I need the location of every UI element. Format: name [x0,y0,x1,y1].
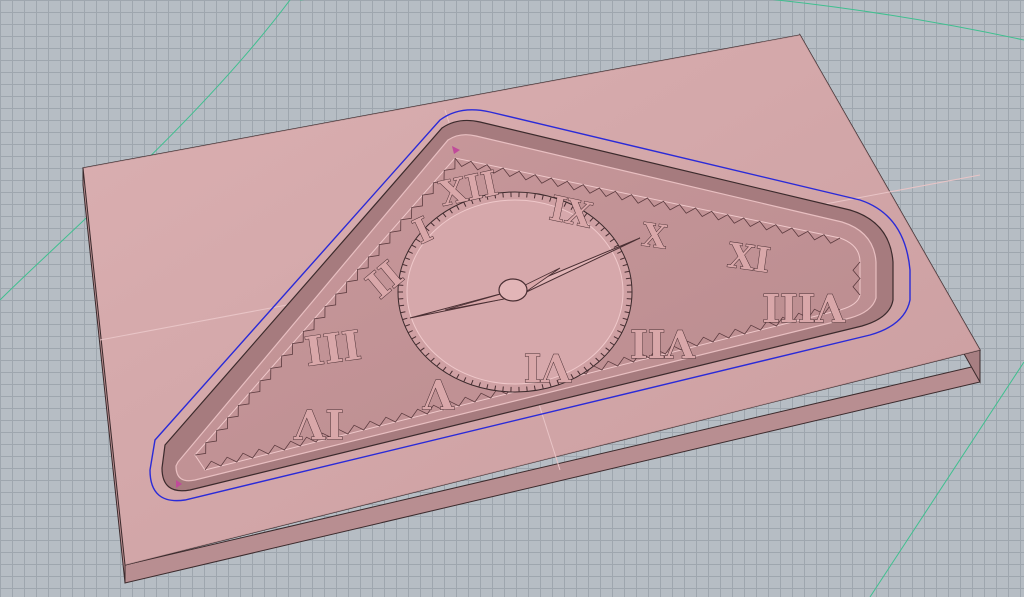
gear-tooth [625,304,631,307]
numeral-vi[interactable]: VI [523,345,572,391]
scene-canvas[interactable]: XII I II III IV V VI VII VIII IX X XI [0,0,1024,597]
gear-tooth [526,192,528,198]
gear-tooth [502,386,504,392]
gear-tooth [399,304,405,307]
3d-viewport[interactable]: XII I II III IV V VI VII VIII IX X XI [0,0,1024,597]
gear-tooth [625,277,631,280]
numeral-iv[interactable]: IV [293,400,345,448]
clock-center-hub[interactable] [498,278,528,302]
numeral-xi[interactable]: XI [725,235,773,281]
gear-tooth [502,192,504,198]
y-axis-line [300,0,1024,41]
numeral-iii[interactable]: III [302,321,365,376]
numeral-viii[interactable]: VIII [762,285,847,331]
numeral-vii[interactable]: VII [629,321,696,367]
numeral-v[interactable]: V [422,370,456,418]
